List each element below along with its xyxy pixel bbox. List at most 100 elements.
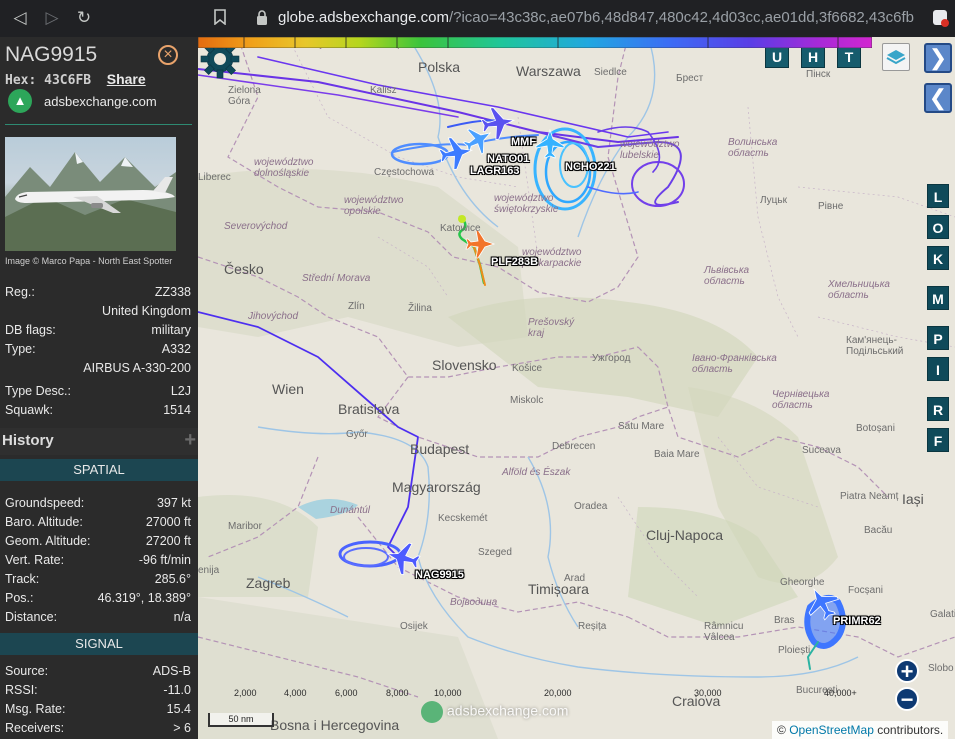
map-label: Ужгород: [592, 353, 631, 364]
back-icon[interactable]: ◁: [8, 6, 32, 30]
toggle-m-button[interactable]: M: [927, 286, 949, 310]
bookmark-icon[interactable]: [214, 9, 226, 25]
map-label: Пінск: [806, 69, 831, 80]
forward-icon[interactable]: ▷: [40, 6, 64, 30]
map-label: Iași: [902, 491, 924, 507]
aircraft-photo[interactable]: [5, 137, 176, 251]
spatial-header: SPATIAL: [0, 459, 198, 481]
spatial-label: Geom. Altitude:: [5, 534, 91, 548]
map-label: Szeged: [478, 547, 512, 558]
attribution-suffix: contributors.: [873, 723, 944, 737]
site-info-icon[interactable]: [256, 10, 268, 26]
map-label: Budapest: [410, 441, 470, 457]
adsbexchange-watermark-icon: [421, 701, 443, 723]
address-bar[interactable]: globe.adsbexchange.com/?icao=43c38c,ae07…: [278, 9, 914, 26]
reload-icon[interactable]: ↻: [72, 6, 96, 30]
spatial-label: Vert. Rate:: [5, 553, 65, 567]
toggle-k-button[interactable]: K: [927, 246, 949, 270]
info-value: United Kingdom: [102, 304, 191, 318]
map-scale-bar: 50 nm: [208, 713, 274, 727]
map-label: Івано-Франківська область: [692, 353, 777, 375]
map-label: Львівська область: [704, 265, 750, 287]
hex-label: Hex: 43C6FB: [5, 73, 91, 88]
aircraft-label-ncho221[interactable]: NCHO221: [565, 161, 616, 173]
map-label: województwo świętokrzyskie: [494, 193, 559, 215]
info-value: ZZ338: [154, 285, 191, 299]
history-toggle[interactable]: History +: [0, 428, 198, 455]
map-label: Slovensko: [432, 357, 497, 373]
map-label: Bratislava: [338, 401, 400, 417]
signal-header: SIGNAL: [0, 633, 198, 655]
toggle-r-button[interactable]: R: [927, 397, 949, 421]
adsbexchange-watermark: adsbexchange.com: [421, 701, 568, 723]
map-label: Râmnicu Vâlcea: [704, 621, 744, 643]
aircraft-label-nato01[interactable]: NATO01: [487, 153, 529, 165]
info-value: AIRBUS A-330-200: [83, 361, 191, 375]
flight-map[interactable]: województwo lubuskie województwo wielkop…: [198, 37, 955, 739]
toggle-o-button[interactable]: O: [927, 215, 949, 239]
map-label: Волинська область: [728, 137, 778, 159]
map-label: Луцьк: [760, 195, 787, 206]
expand-panel-button[interactable]: ❯: [924, 43, 952, 73]
adsbexchange-link[interactable]: adsbexchange.com: [44, 94, 157, 109]
map-label: województwo opolskie: [344, 195, 404, 217]
map-label: Botoșani: [856, 423, 895, 434]
extension-icon[interactable]: [932, 8, 950, 28]
expand-icon[interactable]: +: [184, 429, 196, 452]
spatial-label: Distance:: [5, 610, 58, 624]
map-label: Timișoara: [528, 581, 589, 597]
openstreetmap-link[interactable]: OpenStreetMap: [789, 723, 874, 737]
signal-row: RSSI: -11.0: [5, 681, 191, 699]
signal-row: Msg. Rate: 15.4: [5, 700, 191, 718]
map-label: Kecskemét: [438, 513, 488, 524]
share-link[interactable]: Share: [107, 71, 146, 87]
spatial-value: 285.6°: [154, 572, 191, 586]
aircraft-label-plf283b[interactable]: PLF283B: [491, 256, 538, 268]
altitude-tick-label: 2,000: [234, 688, 257, 698]
aircraft-label-lagr163[interactable]: LAGR163: [470, 165, 520, 177]
layers-button[interactable]: [882, 43, 910, 71]
map-label: Чернівецька область: [772, 389, 830, 411]
map-label: Liberec: [198, 172, 231, 183]
spatial-row: Baro. Altitude: 27000 ft: [5, 513, 191, 531]
spatial-value: n/a: [173, 610, 191, 624]
map-label: Reșița: [578, 621, 607, 632]
toggle-f-button[interactable]: F: [927, 428, 949, 452]
map-label: Maribor: [228, 521, 262, 532]
altitude-tick-label: 20,000: [544, 688, 572, 698]
map-label: Suceava: [802, 445, 841, 456]
map-label: Slobo: [928, 663, 954, 674]
zoom-in-button[interactable]: +: [895, 659, 919, 683]
signal-label: Msg. Rate:: [5, 702, 66, 716]
map-label: Zlín: [348, 301, 365, 312]
layers-icon: [886, 50, 906, 65]
map-label: Zagreb: [246, 575, 291, 591]
close-icon[interactable]: ×: [158, 45, 178, 65]
altitude-tick-label: 10,000: [434, 688, 462, 698]
adsbexchange-logo-icon[interactable]: ▲: [8, 89, 32, 113]
spatial-value: -96 ft/min: [138, 553, 191, 567]
map-label: Кам'янець-Подільський: [846, 335, 904, 357]
toggle-l-button[interactable]: L: [927, 184, 949, 208]
map-attribution: © OpenStreetMap contributors.: [772, 721, 949, 739]
map-label: Брест: [676, 73, 704, 84]
toggle-p-button[interactable]: P: [927, 326, 949, 350]
map-label: Bosna i Hercegovina: [270, 717, 400, 733]
info-label: DB flags:: [5, 323, 56, 337]
map-label: Jihovýchod: [248, 311, 299, 322]
map-label: Војводина: [450, 597, 498, 608]
browser-toolbar: ◁ ▷ ↻ globe.adsbexchange.com/?icao=43c38…: [0, 0, 955, 37]
aircraft-label-mmf[interactable]: MMF: [511, 136, 536, 148]
map-label: Győr: [346, 429, 368, 440]
collapse-panel-button[interactable]: ❮: [924, 83, 952, 113]
map-label: Žilina: [408, 303, 432, 314]
info-value: military: [151, 323, 191, 337]
spatial-label: Pos.:: [5, 591, 34, 605]
signal-row: Receivers: > 6: [5, 719, 191, 737]
toggle-i-button[interactable]: I: [927, 357, 949, 381]
url-host: globe.adsbexchange.com: [278, 9, 449, 26]
aircraft-label-nag9915[interactable]: NAG9915: [415, 569, 464, 581]
aircraft-label-primr62[interactable]: PRIMR62: [833, 615, 881, 627]
zoom-out-button[interactable]: −: [895, 687, 919, 711]
map-label: Prešovský kraj: [528, 317, 575, 339]
